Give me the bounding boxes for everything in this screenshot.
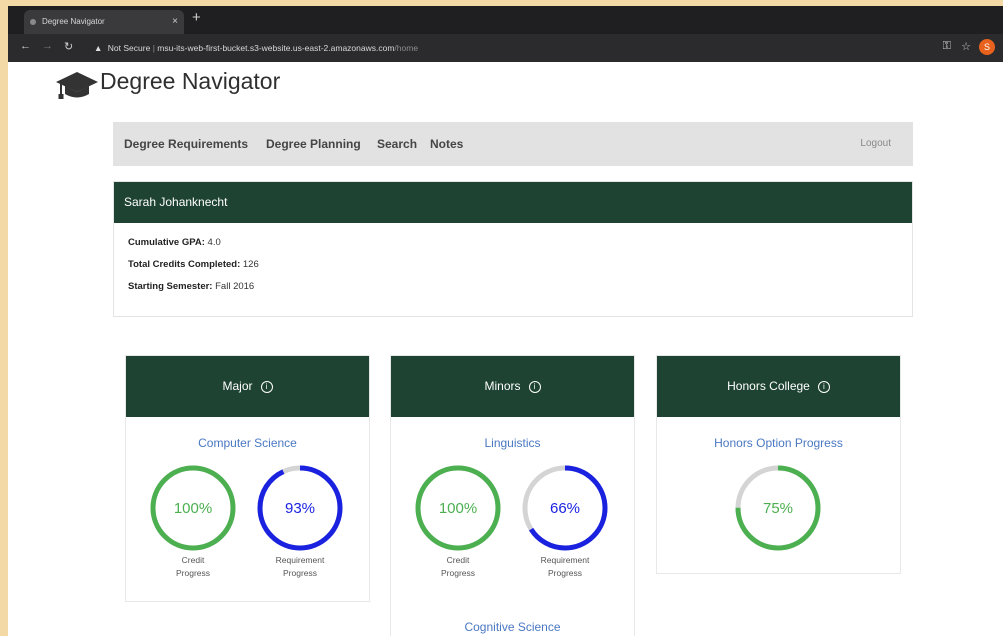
url-host: msu-its-web-first-bucket.s3-website.us-e… xyxy=(157,43,395,53)
honors-option-ring: 75% xyxy=(734,464,822,557)
info-icon[interactable]: i xyxy=(260,380,273,393)
tab-bar: Degree Navigator × + xyxy=(8,6,1003,34)
url-path: /home xyxy=(394,43,419,53)
progress-ring-value: 100% xyxy=(439,500,477,517)
info-icon[interactable]: i xyxy=(528,380,541,393)
reload-icon[interactable]: ↻ xyxy=(64,40,73,53)
progress-ring-svg: 93% xyxy=(257,465,343,551)
start-semester-stat: Starting Semester: Fall 2016 xyxy=(128,281,255,292)
nav-degree-requirements[interactable]: Degree Requirements xyxy=(124,122,248,166)
progress-ring-svg: 75% xyxy=(735,465,821,551)
major-credit-label: Credit Progress xyxy=(175,555,210,578)
minors-panel: Minors i Linguistics 100% Credit Progress … xyxy=(390,355,635,636)
progress-ring-value: 93% xyxy=(285,500,315,517)
progress-ring-svg: 66% xyxy=(522,465,608,551)
major-program-link[interactable]: Computer Science xyxy=(126,436,369,450)
graduation-cap-icon xyxy=(56,72,98,99)
second-minor-program-link[interactable]: Cognitive Science xyxy=(391,620,634,634)
back-arrow-icon[interactable]: ← xyxy=(20,40,31,52)
gpa-stat: Cumulative GPA: 4.0 xyxy=(128,237,221,248)
honors-program-link[interactable]: Honors Option Progress xyxy=(657,436,900,450)
progress-ring-value: 100% xyxy=(174,500,212,517)
honors-header: Honors College i xyxy=(657,356,900,417)
profile-avatar[interactable]: S xyxy=(979,39,995,55)
major-credit-ring: 100% xyxy=(149,464,237,557)
nav-degree-planning[interactable]: Degree Planning xyxy=(266,122,361,166)
minors-header: Minors i xyxy=(391,356,634,417)
nav-notes[interactable]: Notes xyxy=(430,122,463,166)
main-navbar: Degree Requirements Degree Planning Sear… xyxy=(113,122,913,166)
url-field[interactable]: ▲ Not Secure | msu-its-web-first-bucket.… xyxy=(94,38,974,58)
warning-icon: ▲ xyxy=(94,43,103,53)
nav-search[interactable]: Search xyxy=(377,122,417,166)
progress-ring-svg: 100% xyxy=(150,465,236,551)
new-tab-button[interactable]: + xyxy=(192,9,201,26)
progress-ring-value: 75% xyxy=(763,500,793,517)
major-requirement-ring: 93% xyxy=(256,464,344,557)
minor-credit-ring: 100% xyxy=(414,464,502,557)
key-icon[interactable]: ⚿ xyxy=(943,40,951,53)
address-bar: ← → ↻ ▲ Not Secure | msu-its-web-first-b… xyxy=(8,34,1003,62)
major-panel: Major i Computer Science 100% Credit Progr… xyxy=(125,355,370,602)
major-requirement-label: Requirement Progress xyxy=(275,555,325,578)
minor-credit-label: Credit Progress xyxy=(440,555,475,578)
security-label: Not Secure xyxy=(107,43,151,53)
forward-arrow-icon[interactable]: → xyxy=(42,40,53,52)
progress-ring-value: 66% xyxy=(550,500,580,517)
close-tab-icon[interactable]: × xyxy=(172,10,178,34)
honors-panel: Honors College i Honors Option Progress 7… xyxy=(656,355,901,574)
star-icon[interactable]: ☆ xyxy=(961,40,971,53)
info-icon[interactable]: i xyxy=(817,380,830,393)
app-title: Degree Navigator xyxy=(100,68,281,94)
credits-stat: Total Credits Completed: 126 xyxy=(128,259,259,270)
tab-title: Degree Navigator xyxy=(42,17,105,26)
favicon-icon xyxy=(30,19,36,25)
browser-tab[interactable]: Degree Navigator × xyxy=(24,10,184,34)
student-summary-card: Sarah Johanknecht Cumulative GPA: 4.0 To… xyxy=(113,181,913,317)
minor-requirement-ring: 66% xyxy=(521,464,609,557)
student-name: Sarah Johanknecht xyxy=(114,182,912,223)
minor-program-link[interactable]: Linguistics xyxy=(391,436,634,450)
progress-ring-svg: 100% xyxy=(415,465,501,551)
major-header: Major i xyxy=(126,356,369,417)
logout-link[interactable]: Logout xyxy=(860,122,891,166)
minor-requirement-label: Requirement Progress xyxy=(540,555,590,578)
browser-window: Degree Navigator × + ← → ↻ ▲ Not Secure … xyxy=(8,6,1003,636)
